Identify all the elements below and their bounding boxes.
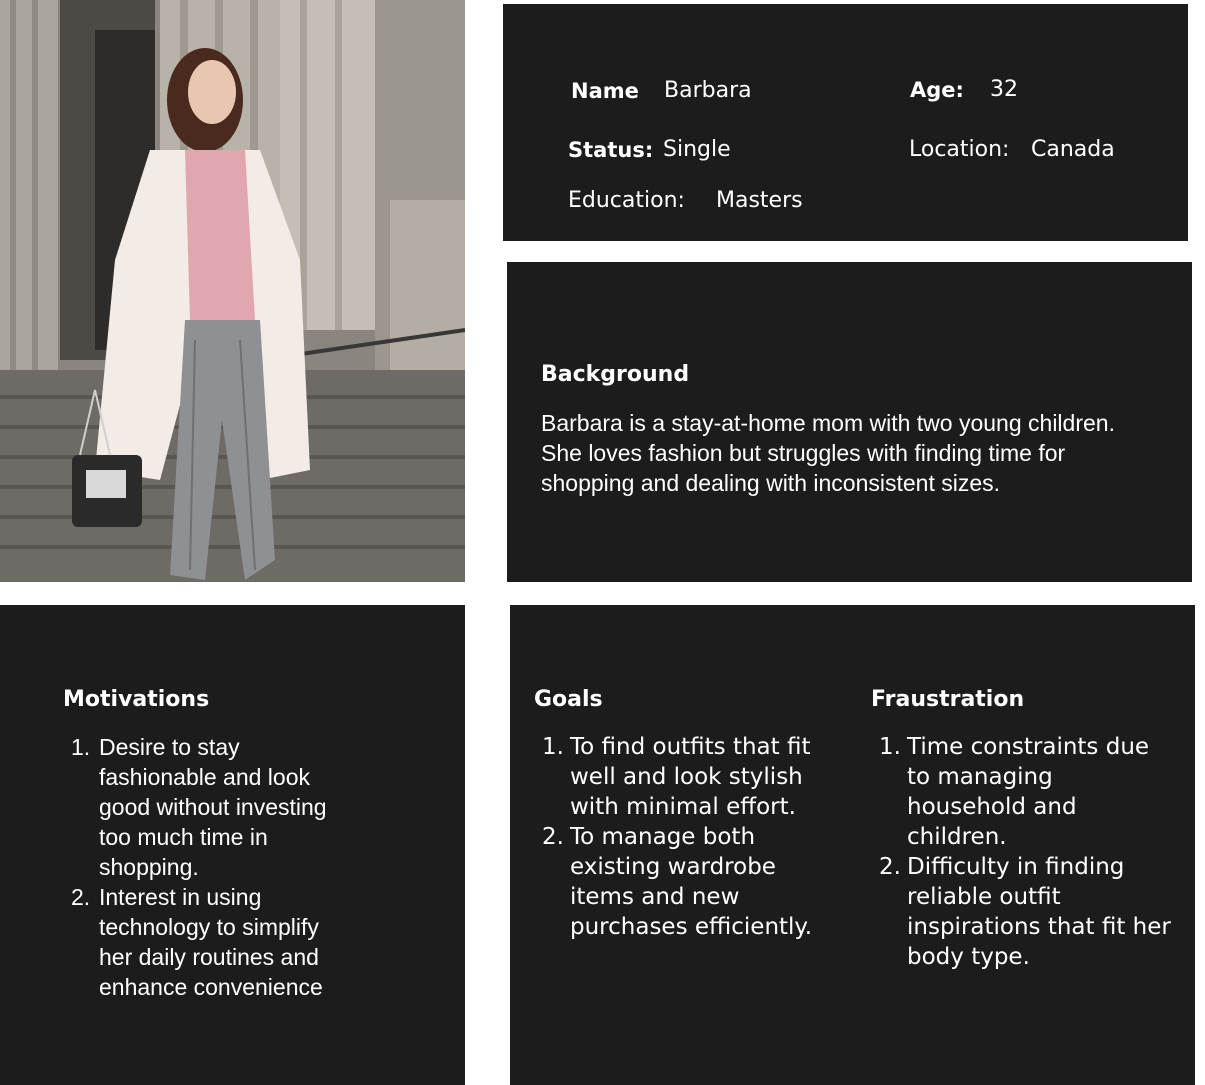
education-field: Education: [568, 186, 685, 213]
profile-panel: Name Barbara Age: 32 Status: Single Loca… [503, 4, 1188, 241]
persona-photo [0, 0, 465, 582]
name-label: Name [571, 79, 639, 103]
list-item: 1. To find outfits that fit well and loo… [534, 732, 834, 822]
motivations-title: Motivations [63, 687, 210, 712]
list-number: 1. [71, 734, 91, 760]
list-item: 1. Time constraints due to managing hous… [871, 732, 1171, 852]
location-label: Location: [909, 137, 1010, 162]
persona-photo-illustration [0, 0, 465, 582]
list-item: 2. Interest in using technology to simpl… [63, 882, 353, 1002]
list-text: Time constraints due to managing househo… [907, 734, 1150, 850]
name-value: Barbara [664, 78, 752, 103]
list-number: 1. [879, 734, 901, 760]
location-field: Location: [909, 135, 1009, 162]
status-value: Single [663, 137, 731, 162]
education-label: Education: [568, 188, 685, 213]
background-title: Background [541, 362, 690, 387]
age-label: Age: [910, 78, 964, 102]
list-text: Difficulty in finding reliable outfit in… [907, 854, 1171, 970]
name-field: Name [571, 77, 639, 104]
list-item: 2. Difficulty in finding reliable outfit… [871, 852, 1171, 972]
list-number: 2. [71, 884, 91, 910]
list-number: 2. [879, 854, 901, 880]
list-item: 2. To manage both existing wardrobe item… [534, 822, 834, 942]
location-value-field: Canada [1031, 135, 1115, 162]
status-value-field: Single [663, 135, 731, 162]
status-field: Status: [568, 136, 653, 163]
list-number: 2. [542, 824, 564, 850]
goals-list: 1. To find outfits that fit well and loo… [534, 732, 834, 942]
list-text: Interest in using technology to simplify… [99, 884, 323, 1000]
motivations-panel: Motivations 1. Desire to stay fashionabl… [0, 605, 465, 1085]
background-text: Barbara is a stay-at-home mom with two y… [541, 410, 1115, 496]
status-label: Status: [568, 138, 654, 162]
goals-title: Goals [534, 687, 603, 712]
name-value-field: Barbara [664, 76, 752, 103]
list-text: To manage both existing wardrobe items a… [570, 824, 813, 940]
background-panel: Background Barbara is a stay-at-home mom… [507, 262, 1192, 582]
education-value-field: Masters [716, 186, 803, 213]
age-value-field: 32 [990, 75, 1018, 102]
location-value: Canada [1031, 137, 1115, 162]
motivations-list: 1. Desire to stay fashionable and look g… [63, 732, 353, 1002]
education-value: Masters [716, 188, 803, 213]
frustration-title: Fraustration [871, 687, 1025, 712]
age-value: 32 [990, 77, 1018, 102]
list-item: 1. Desire to stay fashionable and look g… [63, 732, 353, 882]
list-text: To find outfits that fit well and look s… [570, 734, 811, 820]
list-text: Desire to stay fashionable and look good… [99, 734, 327, 880]
list-number: 1. [542, 734, 564, 760]
frustration-list: 1. Time constraints due to managing hous… [871, 732, 1171, 972]
age-field: Age: [910, 76, 964, 103]
goals-frustration-panel: Goals 1. To find outfits that fit well a… [510, 605, 1195, 1085]
